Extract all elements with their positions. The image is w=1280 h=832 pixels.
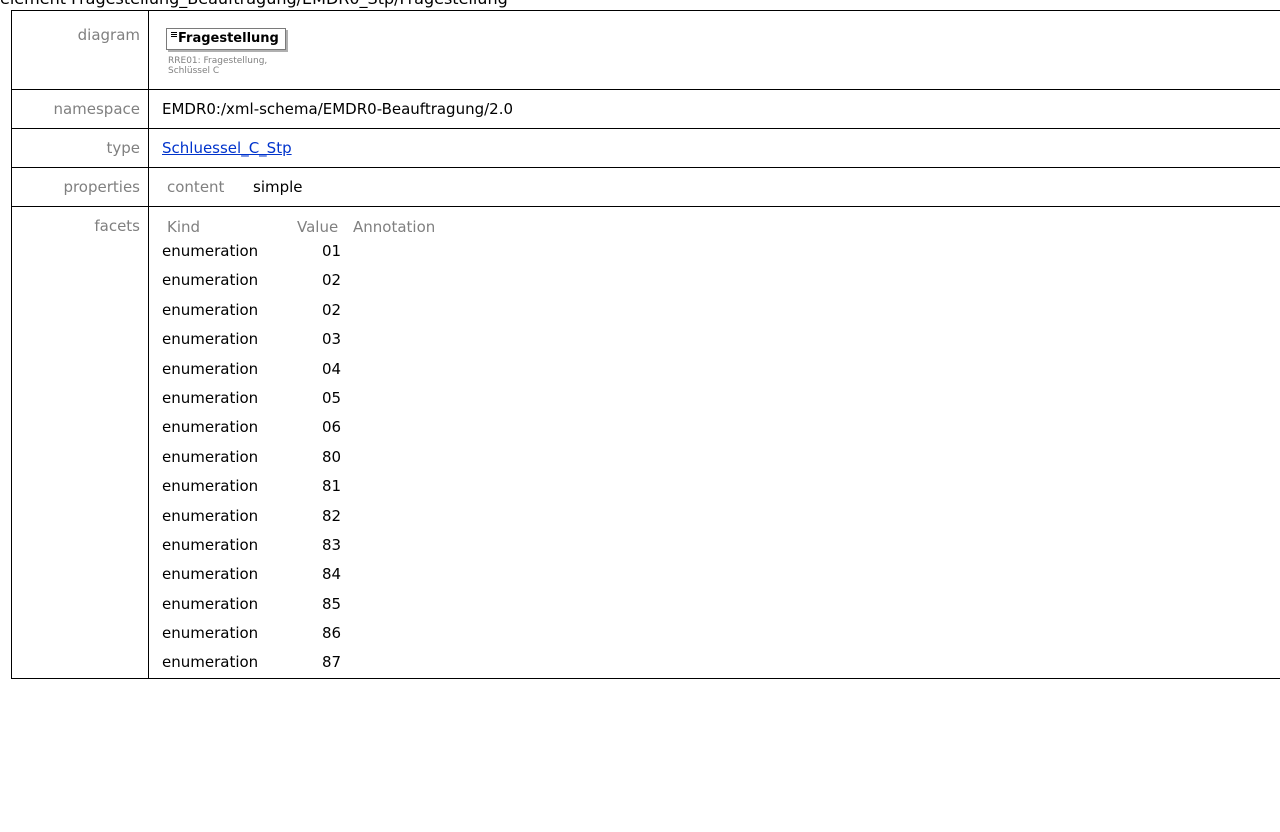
facet-kind: enumeration <box>162 271 259 290</box>
facets-table: Kind Value Annotation enumeration 01 enume… <box>162 207 1280 678</box>
type-link[interactable]: Schluessel_C_Stp <box>162 139 292 157</box>
facet-kind: enumeration <box>162 359 259 378</box>
facets-list: enumeration 01 enumeration 02 enumeration 02 e… <box>162 237 1280 678</box>
facet-value: 02 <box>322 300 342 319</box>
row-diagram: diagram Fragestellung RRE01: Fragestellu… <box>11 10 1280 90</box>
facets-header-kind: Kind <box>167 218 201 236</box>
facet-row: enumeration 85 <box>162 590 1280 619</box>
facets-cell: Kind Value Annotation enumeration 01 enume… <box>148 206 1280 679</box>
facet-kind: enumeration <box>162 242 259 260</box>
diagram-annotation-line2: Schlüssel C <box>168 66 220 76</box>
namespace-label: namespace <box>11 89 149 129</box>
facet-kind: enumeration <box>162 330 259 349</box>
facet-value: 05 <box>322 388 342 407</box>
facet-value: 84 <box>322 565 342 584</box>
facet-value: 06 <box>322 418 342 437</box>
diagram-element-box[interactable]: Fragestellung <box>166 28 286 50</box>
page-heading: element Fragestellung_Beauftragung/EMDR0… <box>0 0 508 9</box>
facet-kind: enumeration <box>162 594 259 613</box>
facet-row: enumeration 03 <box>162 325 1280 354</box>
facet-kind: enumeration <box>162 624 259 643</box>
facet-row: enumeration 80 <box>162 443 1280 472</box>
diagram-annotation-line1: RRE01: Fragestellung, <box>168 56 268 66</box>
facet-row: enumeration 04 <box>162 355 1280 384</box>
facet-row: enumeration 01 <box>162 237 1280 266</box>
properties-label: properties <box>11 167 149 207</box>
facet-value: 04 <box>322 359 342 378</box>
diagram-element-title: Fragestellung <box>178 31 279 46</box>
facet-value: 87 <box>322 653 342 672</box>
facets-header-annotation: Annotation <box>353 218 436 236</box>
facet-row: enumeration 87 <box>162 648 1280 677</box>
facet-row: enumeration 02 <box>162 296 1280 325</box>
facet-row: enumeration 06 <box>162 413 1280 442</box>
properties-value: simple <box>253 178 303 196</box>
facet-value: 01 <box>322 242 342 260</box>
type-cell: Schluessel_C_Stp <box>148 128 1280 168</box>
properties-cell: content simple <box>148 167 1280 207</box>
row-type: type Schluessel_C_Stp <box>11 128 1280 168</box>
facet-kind: enumeration <box>162 418 259 437</box>
facet-row: enumeration 81 <box>162 472 1280 501</box>
facet-value: 80 <box>322 447 342 466</box>
facet-kind: enumeration <box>162 535 259 554</box>
row-namespace: namespace EMDR0:/xml-schema/EMDR0-Beauft… <box>11 89 1280 129</box>
facet-kind: enumeration <box>162 477 259 496</box>
facet-kind: enumeration <box>162 653 259 672</box>
facet-row: enumeration 86 <box>162 619 1280 648</box>
facet-kind: enumeration <box>162 388 259 407</box>
diagram-cell: Fragestellung RRE01: Fragestellung, Schl… <box>148 10 1280 90</box>
diagram-annotation: RRE01: Fragestellung, Schlüssel C <box>166 56 1280 76</box>
facet-value: 02 <box>322 271 342 290</box>
schema-table: diagram Fragestellung RRE01: Fragestellu… <box>11 10 1280 679</box>
facet-row: enumeration 83 <box>162 531 1280 560</box>
element-lines-icon <box>171 32 177 39</box>
facet-row: enumeration 05 <box>162 384 1280 413</box>
facet-value: 86 <box>322 624 342 643</box>
diagram: Fragestellung RRE01: Fragestellung, Schl… <box>162 11 1280 76</box>
facets-header-value: Value <box>297 218 339 236</box>
facet-row: enumeration 02 <box>162 266 1280 295</box>
row-properties: properties content simple <box>11 167 1280 207</box>
facet-kind: enumeration <box>162 447 259 466</box>
facets-label: facets <box>11 206 149 679</box>
facet-row: enumeration 84 <box>162 560 1280 589</box>
facet-kind: enumeration <box>162 506 259 525</box>
facet-kind: enumeration <box>162 300 259 319</box>
facet-kind: enumeration <box>162 565 259 584</box>
properties-pair: content simple <box>162 168 1280 206</box>
facet-row: enumeration 82 <box>162 502 1280 531</box>
namespace-value: EMDR0:/xml-schema/EMDR0-Beauftragung/2.0 <box>148 89 1280 129</box>
type-label: type <box>11 128 149 168</box>
facet-value: 85 <box>322 594 342 613</box>
facet-value: 82 <box>322 506 342 525</box>
row-facets: facets Kind Value Annotation enumeration… <box>11 206 1280 679</box>
diagram-label: diagram <box>11 10 149 90</box>
facets-header: Kind Value Annotation <box>162 217 1280 237</box>
properties-key: content <box>167 178 225 196</box>
facet-value: 03 <box>322 330 342 349</box>
facet-value: 81 <box>322 477 342 496</box>
facet-value: 83 <box>322 535 342 554</box>
